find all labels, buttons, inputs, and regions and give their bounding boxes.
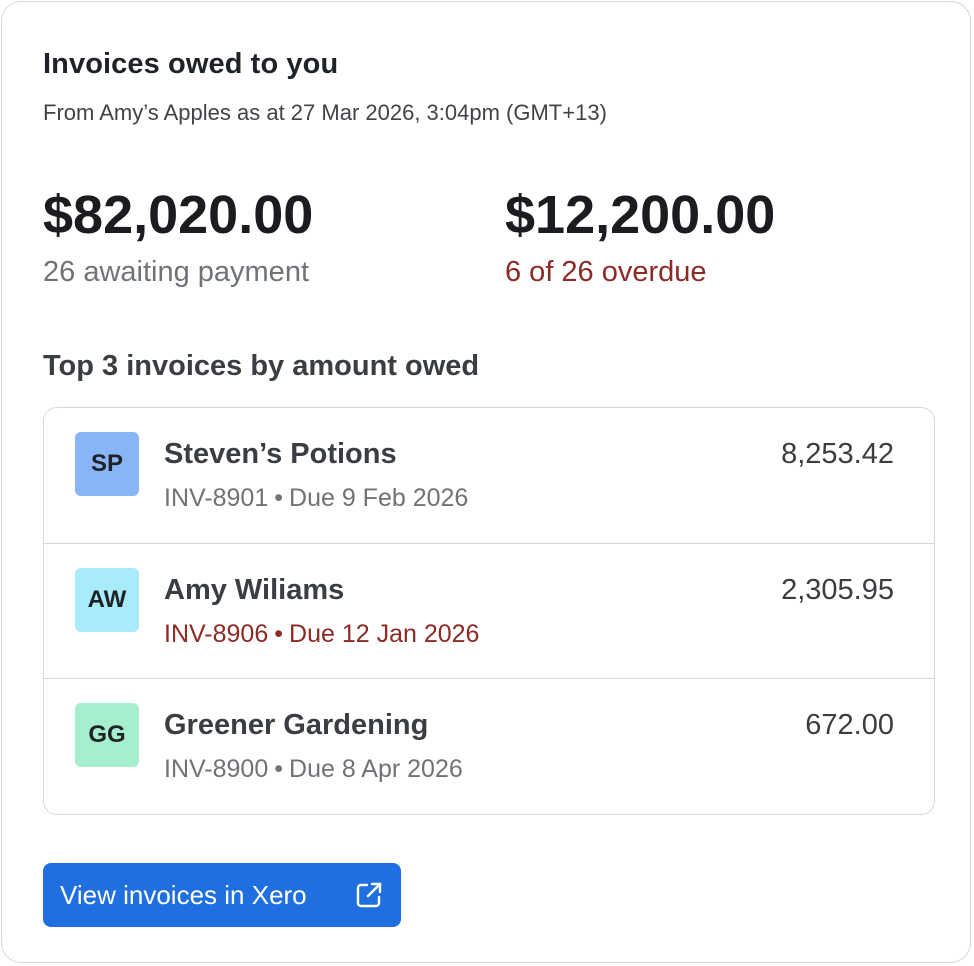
separator-dot: • [274,755,284,783]
top-invoices-list: SP Steven’s Potions INV-8901 • Due 9 Feb 2… [43,407,935,815]
separator-dot: • [274,484,284,512]
card-title: Invoices owed to you [43,48,339,80]
awaiting-stat: $82,020.00 26 awaiting payment [43,182,313,292]
invoice-number: INV-8900 [164,755,269,783]
overdue-stat: $12,200.00 6 of 26 overdue [505,182,775,292]
invoice-contact-name: Steven’s Potions [164,438,397,470]
invoice-due-date: Due 12 Jan 2026 [289,620,480,648]
card-subtitle: From Amy’s Apples as at 27 Mar 2026, 3:0… [43,100,607,125]
invoice-number: INV-8901 [164,484,269,512]
awaiting-caption: 26 awaiting payment [43,256,309,288]
external-link-icon [356,882,382,908]
invoice-amount: 8,253.42 [781,438,894,470]
invoice-contact-name: Amy Wiliams [164,574,345,606]
view-invoices-label: View invoices in Xero [60,879,307,910]
invoice-meta: INV-8906 • Due 12 Jan 2026 [164,620,479,649]
invoice-row-greener[interactable]: GG Greener Gardening INV-8900 • Due 8 Apr … [44,678,934,813]
overdue-caption: 6 of 26 overdue [505,256,707,288]
invoice-number: INV-8906 [164,620,269,648]
avatar: AW [75,568,139,632]
invoice-due-date: Due 9 Feb 2026 [289,484,469,512]
invoice-amount: 2,305.95 [781,574,894,606]
awaiting-amount: $82,020.00 [43,185,314,245]
overdue-amount: $12,200.00 [505,185,776,245]
avatar: SP [75,432,139,496]
invoice-meta: INV-8900 • Due 8 Apr 2026 [164,755,463,784]
invoice-meta: INV-8901 • Due 9 Feb 2026 [164,484,468,513]
invoices-card: Invoices owed to you From Amy’s Apples a… [1,1,971,963]
invoice-row-steven[interactable]: SP Steven’s Potions INV-8901 • Due 9 Feb 2… [44,408,934,543]
invoice-amount: 672.00 [805,709,894,741]
top-invoices-heading: Top 3 invoices by amount owed [43,350,480,382]
separator-dot: • [274,620,284,648]
view-invoices-button[interactable]: View invoices in Xero [43,863,401,927]
invoice-contact-name: Greener Gardening [164,709,429,741]
invoice-row-amy[interactable]: AW Amy Wiliams INV-8906 • Due 12 Jan 2026 … [44,543,934,678]
invoice-due-date: Due 8 Apr 2026 [289,755,463,783]
avatar: GG [75,703,139,767]
